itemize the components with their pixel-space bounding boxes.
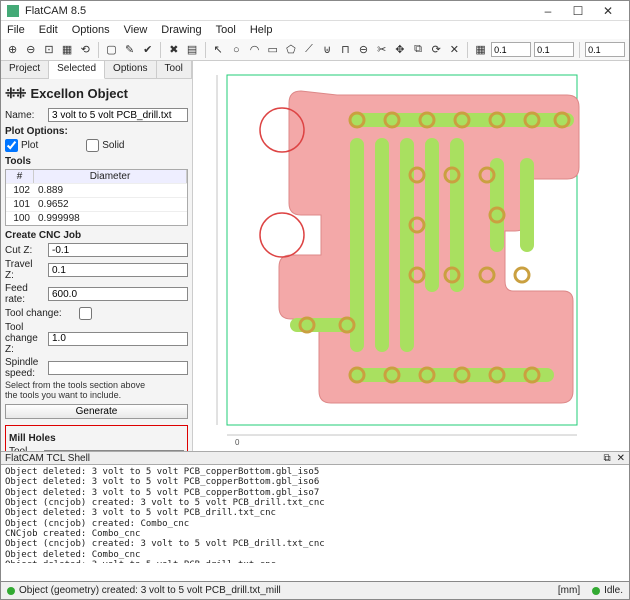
grid-x-input[interactable] — [491, 42, 531, 57]
tab-tool[interactable]: Tool — [157, 61, 192, 78]
snap-input[interactable] — [585, 42, 625, 57]
status-message: Object (geometry) created: 3 volt to 5 v… — [19, 585, 281, 596]
zoom-out-icon[interactable]: ⊖ — [23, 42, 38, 58]
app-title: FlatCAM 8.5 — [25, 5, 533, 17]
tools-note: Select from the tools section above the … — [5, 381, 188, 401]
table-row: 1020.889 — [6, 183, 187, 197]
cut-icon[interactable]: ✂ — [374, 42, 389, 58]
maximize-button[interactable]: ☐ — [563, 2, 593, 20]
close-button[interactable]: ✕ — [593, 2, 623, 20]
menu-drawing[interactable]: Drawing — [159, 24, 203, 36]
tab-options[interactable]: Options — [105, 61, 156, 78]
generate-button[interactable]: Generate — [5, 404, 188, 419]
panel-tabs: Project Selected Options Tool — [1, 61, 192, 79]
table-row: 1010.9652 — [6, 197, 187, 211]
tcl-shell[interactable]: Object deleted: 3 volt to 5 volt PCB_cop… — [1, 465, 629, 563]
circle-icon[interactable]: ○ — [229, 42, 244, 58]
minimize-button[interactable]: – — [533, 2, 563, 20]
plot-options-label: Plot Options: — [5, 126, 188, 137]
subtract-icon[interactable]: ⊖ — [356, 42, 371, 58]
svg-text:0: 0 — [235, 438, 240, 447]
tooldia-input[interactable] — [44, 450, 184, 451]
table-row: 1000.999998 — [6, 211, 187, 225]
feedrate-input[interactable] — [48, 287, 188, 301]
menu-options[interactable]: Options — [70, 24, 112, 36]
app-icon — [7, 5, 19, 17]
titlebar: FlatCAM 8.5 – ☐ ✕ — [1, 1, 629, 21]
polygon-icon[interactable]: ⬠ — [283, 42, 298, 58]
select-icon[interactable]: ↖ — [211, 42, 226, 58]
tools-label: Tools — [5, 156, 188, 167]
pcb-plot: 0 — [197, 65, 617, 447]
copy-icon[interactable]: ⧉ — [410, 42, 425, 58]
toolchangez-input[interactable] — [48, 332, 188, 346]
mill-holes-section: Mill Holes Tool dia: Select from the too… — [5, 425, 188, 451]
shell-close-icon[interactable]: ✕ — [617, 453, 625, 464]
tab-selected[interactable]: Selected — [49, 61, 105, 79]
rotate-icon[interactable]: ⟳ — [429, 42, 444, 58]
statusbar: Object (geometry) created: 3 volt to 5 v… — [1, 581, 629, 599]
delete-icon[interactable]: ✖ — [166, 42, 181, 58]
shell-icon[interactable]: ▤ — [184, 42, 199, 58]
path-icon[interactable]: ⟋ — [301, 42, 316, 58]
shell-undock-icon[interactable]: ⧉ — [603, 453, 610, 464]
status-units: [mm] — [558, 585, 580, 596]
intersect-icon[interactable]: ⊓ — [338, 42, 353, 58]
menu-edit[interactable]: Edit — [37, 24, 60, 36]
tools-table[interactable]: #Diameter 1020.889 1010.9652 1000.999998 — [5, 169, 188, 226]
zoom-in-icon[interactable]: ⊕ — [5, 42, 20, 58]
solid-checkbox[interactable] — [86, 139, 99, 152]
new-geom-icon[interactable]: ▢ — [104, 42, 119, 58]
toolchange-checkbox[interactable] — [79, 307, 92, 320]
zoom-fit-icon[interactable]: ⊡ — [41, 42, 56, 58]
shell-titlebar: FlatCAM TCL Shell ⧉ ✕ — [1, 451, 629, 465]
toolbar: ⊕ ⊖ ⊡ ▦ ⟲ ▢ ✎ ✔ ✖ ▤ ↖ ○ ◠ ▭ ⬠ ⟋ ⊎ ⊓ ⊖ ✂ … — [1, 39, 629, 61]
object-header: ⁜⁜ Excellon Object — [5, 81, 188, 106]
rect-icon[interactable]: ▭ — [265, 42, 280, 58]
menu-file[interactable]: File — [5, 24, 27, 36]
del-shape-icon[interactable]: ✕ — [447, 42, 462, 58]
status-dot-icon — [7, 587, 15, 595]
idle-dot-icon — [592, 587, 600, 595]
save-geom-icon[interactable]: ✔ — [140, 42, 155, 58]
move-icon[interactable]: ✥ — [392, 42, 407, 58]
travelz-input[interactable] — [48, 263, 188, 277]
grid-icon[interactable]: ▦ — [473, 42, 488, 58]
name-input[interactable] — [48, 108, 188, 122]
menu-help[interactable]: Help — [248, 24, 275, 36]
clear-plot-icon[interactable]: ▦ — [60, 42, 75, 58]
arc-icon[interactable]: ◠ — [247, 42, 262, 58]
grid-y-input[interactable] — [534, 42, 574, 57]
excellon-icon: ⁜⁜ — [5, 85, 24, 102]
tab-project[interactable]: Project — [1, 61, 49, 78]
menubar: File Edit Options View Drawing Tool Help — [1, 21, 629, 39]
status-idle: Idle. — [604, 585, 623, 596]
menu-tool[interactable]: Tool — [214, 24, 238, 36]
menu-view[interactable]: View — [122, 24, 150, 36]
replot-icon[interactable]: ⟲ — [78, 42, 93, 58]
cnc-label: Create CNC Job — [5, 230, 188, 241]
side-panel: Project Selected Options Tool ⁜⁜ Excello… — [1, 61, 193, 451]
panel-body[interactable]: ⁜⁜ Excellon Object Name: Plot Options: P… — [1, 79, 192, 451]
cutz-input[interactable] — [48, 243, 188, 257]
union-icon[interactable]: ⊎ — [320, 42, 335, 58]
edit-geom-icon[interactable]: ✎ — [122, 42, 137, 58]
plot-checkbox[interactable] — [5, 139, 18, 152]
spindle-input[interactable] — [48, 361, 188, 375]
plot-canvas[interactable]: 0 — [193, 61, 629, 451]
